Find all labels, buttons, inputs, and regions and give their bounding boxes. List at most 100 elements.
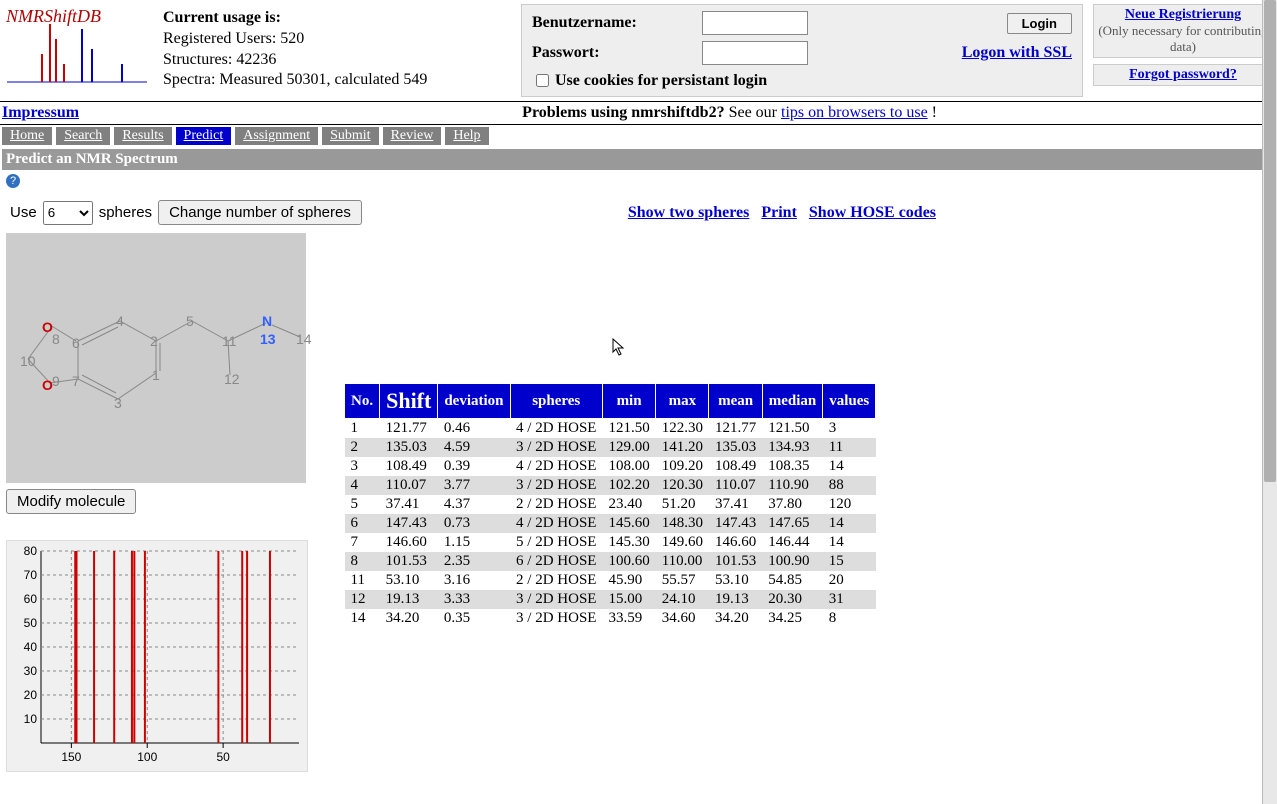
show-hose-codes-link[interactable]: Show HOSE codes: [809, 204, 936, 221]
nav-tabs: HomeSearchResults PredictAssignmentSubmit…: [2, 127, 1277, 145]
molecule-viewer[interactable]: O810O967432151112N1314: [6, 233, 306, 483]
table-cell: 5 / 2D HOSE: [510, 533, 602, 552]
usage-stats: Current usage is: Registered Users: 520 …: [163, 4, 427, 91]
register-box: Neue Registrierung (Only necessary for c…: [1093, 4, 1273, 58]
table-cell: 120: [823, 495, 876, 514]
column-header: median: [762, 384, 823, 419]
column-header: No.: [345, 384, 380, 419]
table-cell: 135.03: [709, 438, 762, 457]
print-link[interactable]: Print: [761, 204, 797, 221]
impressum-link[interactable]: Impressum: [2, 104, 79, 122]
atom-label: 13: [260, 331, 276, 347]
password-input[interactable]: [702, 41, 808, 65]
cookies-label: Use cookies for persistant login: [555, 72, 767, 90]
table-cell: 31: [823, 590, 876, 609]
table-cell: 149.60: [656, 533, 709, 552]
table-row: 3108.490.394 / 2D HOSE108.00109.20108.49…: [345, 457, 876, 476]
tab-results[interactable]: Results: [114, 127, 171, 145]
cookies-checkbox[interactable]: [536, 74, 549, 87]
logo: NMRShiftDB: [2, 4, 157, 89]
table-cell: 108.35: [762, 457, 823, 476]
table-cell: 145.60: [602, 514, 655, 533]
table-cell: 4.37: [438, 495, 510, 514]
tab-predict[interactable]: Predict: [176, 127, 232, 145]
svg-text:40: 40: [24, 640, 38, 654]
column-header: Shift: [380, 384, 438, 419]
table-cell: 11: [823, 438, 876, 457]
tab-search[interactable]: Search: [56, 127, 110, 145]
table-cell: 12: [345, 590, 380, 609]
change-spheres-button[interactable]: Change number of spheres: [158, 200, 362, 225]
atom-label: 11: [222, 333, 237, 349]
atom-label: 12: [224, 371, 240, 387]
table-cell: 147.43: [709, 514, 762, 533]
table-cell: 7: [345, 533, 380, 552]
table-cell: 110.90: [762, 476, 823, 495]
table-cell: 4 / 2D HOSE: [510, 457, 602, 476]
problems-suffix: !: [928, 104, 937, 121]
usage-line: Registered Users: 520: [163, 29, 427, 50]
tab-help[interactable]: Help: [445, 127, 488, 145]
show-two-spheres-link[interactable]: Show two spheres: [628, 204, 750, 221]
atom-label: 9: [52, 373, 60, 389]
table-cell: 134.93: [762, 438, 823, 457]
scrollbar[interactable]: [1262, 0, 1277, 804]
table-cell: 108.49: [380, 457, 438, 476]
table-cell: 55.57: [656, 571, 709, 590]
table-cell: 88: [823, 476, 876, 495]
table-cell: 34.20: [709, 609, 762, 628]
svg-text:20: 20: [24, 688, 38, 702]
help-icon[interactable]: ?: [6, 174, 20, 188]
table-cell: 109.20: [656, 457, 709, 476]
table-cell: 20.30: [762, 590, 823, 609]
table-cell: 110.07: [709, 476, 762, 495]
table-cell: 3.16: [438, 571, 510, 590]
spectrum-chart: 102030405060708015010050: [6, 540, 308, 772]
login-button[interactable]: Login: [1007, 13, 1072, 34]
table-cell: 0.39: [438, 457, 510, 476]
table-cell: 122.30: [656, 419, 709, 439]
table-cell: 54.85: [762, 571, 823, 590]
svg-text:10: 10: [24, 712, 38, 726]
table-row: 6147.430.734 / 2D HOSE145.60148.30147.43…: [345, 514, 876, 533]
svg-text:30: 30: [24, 664, 38, 678]
table-row: 7146.601.155 / 2D HOSE145.30149.60146.60…: [345, 533, 876, 552]
atom-label: 2: [150, 333, 158, 349]
table-cell: 110.07: [380, 476, 438, 495]
svg-text:50: 50: [216, 750, 230, 764]
tab-home[interactable]: Home: [2, 127, 52, 145]
atom-label: 14: [296, 331, 312, 347]
table-cell: 53.10: [380, 571, 438, 590]
table-cell: 3 / 2D HOSE: [510, 476, 602, 495]
table-cell: 108.00: [602, 457, 655, 476]
browser-tips-link[interactable]: tips on browsers to use: [781, 104, 928, 121]
table-cell: 146.60: [709, 533, 762, 552]
spheres-select[interactable]: 6: [43, 201, 93, 225]
register-link[interactable]: Neue Registrierung: [1125, 7, 1241, 22]
column-header: deviation: [438, 384, 510, 419]
svg-text:80: 80: [24, 544, 38, 558]
table-cell: 110.00: [656, 552, 709, 571]
tab-submit[interactable]: Submit: [322, 127, 378, 145]
scrollbar-thumb[interactable]: [1264, 0, 1276, 482]
ssl-login-link[interactable]: Logon with SSL: [962, 44, 1072, 62]
forgot-password-link[interactable]: Forgot password?: [1129, 67, 1237, 82]
column-header: values: [823, 384, 876, 419]
tab-review[interactable]: Review: [383, 127, 442, 145]
table-cell: 2: [345, 438, 380, 457]
table-row: 1121.770.464 / 2D HOSE121.50122.30121.77…: [345, 419, 876, 439]
usage-line: Spectra: Measured 50301, calculated 549: [163, 70, 427, 91]
modify-molecule-button[interactable]: Modify molecule: [6, 489, 136, 514]
atom-label: 3: [114, 395, 122, 411]
prediction-table: No.Shiftdeviationspheresminmaxmeanmedian…: [344, 383, 876, 628]
table-cell: 8: [345, 552, 380, 571]
table-cell: 37.41: [709, 495, 762, 514]
table-cell: 37.80: [762, 495, 823, 514]
tab-assignment[interactable]: Assignment: [235, 127, 318, 145]
table-row: 1153.103.162 / 2D HOSE45.9055.5753.1054.…: [345, 571, 876, 590]
table-cell: 100.60: [602, 552, 655, 571]
table-row: 4110.073.773 / 2D HOSE102.20120.30110.07…: [345, 476, 876, 495]
username-input[interactable]: [702, 11, 808, 35]
table-cell: 100.90: [762, 552, 823, 571]
table-row: 1434.200.353 / 2D HOSE33.5934.6034.2034.…: [345, 609, 876, 628]
